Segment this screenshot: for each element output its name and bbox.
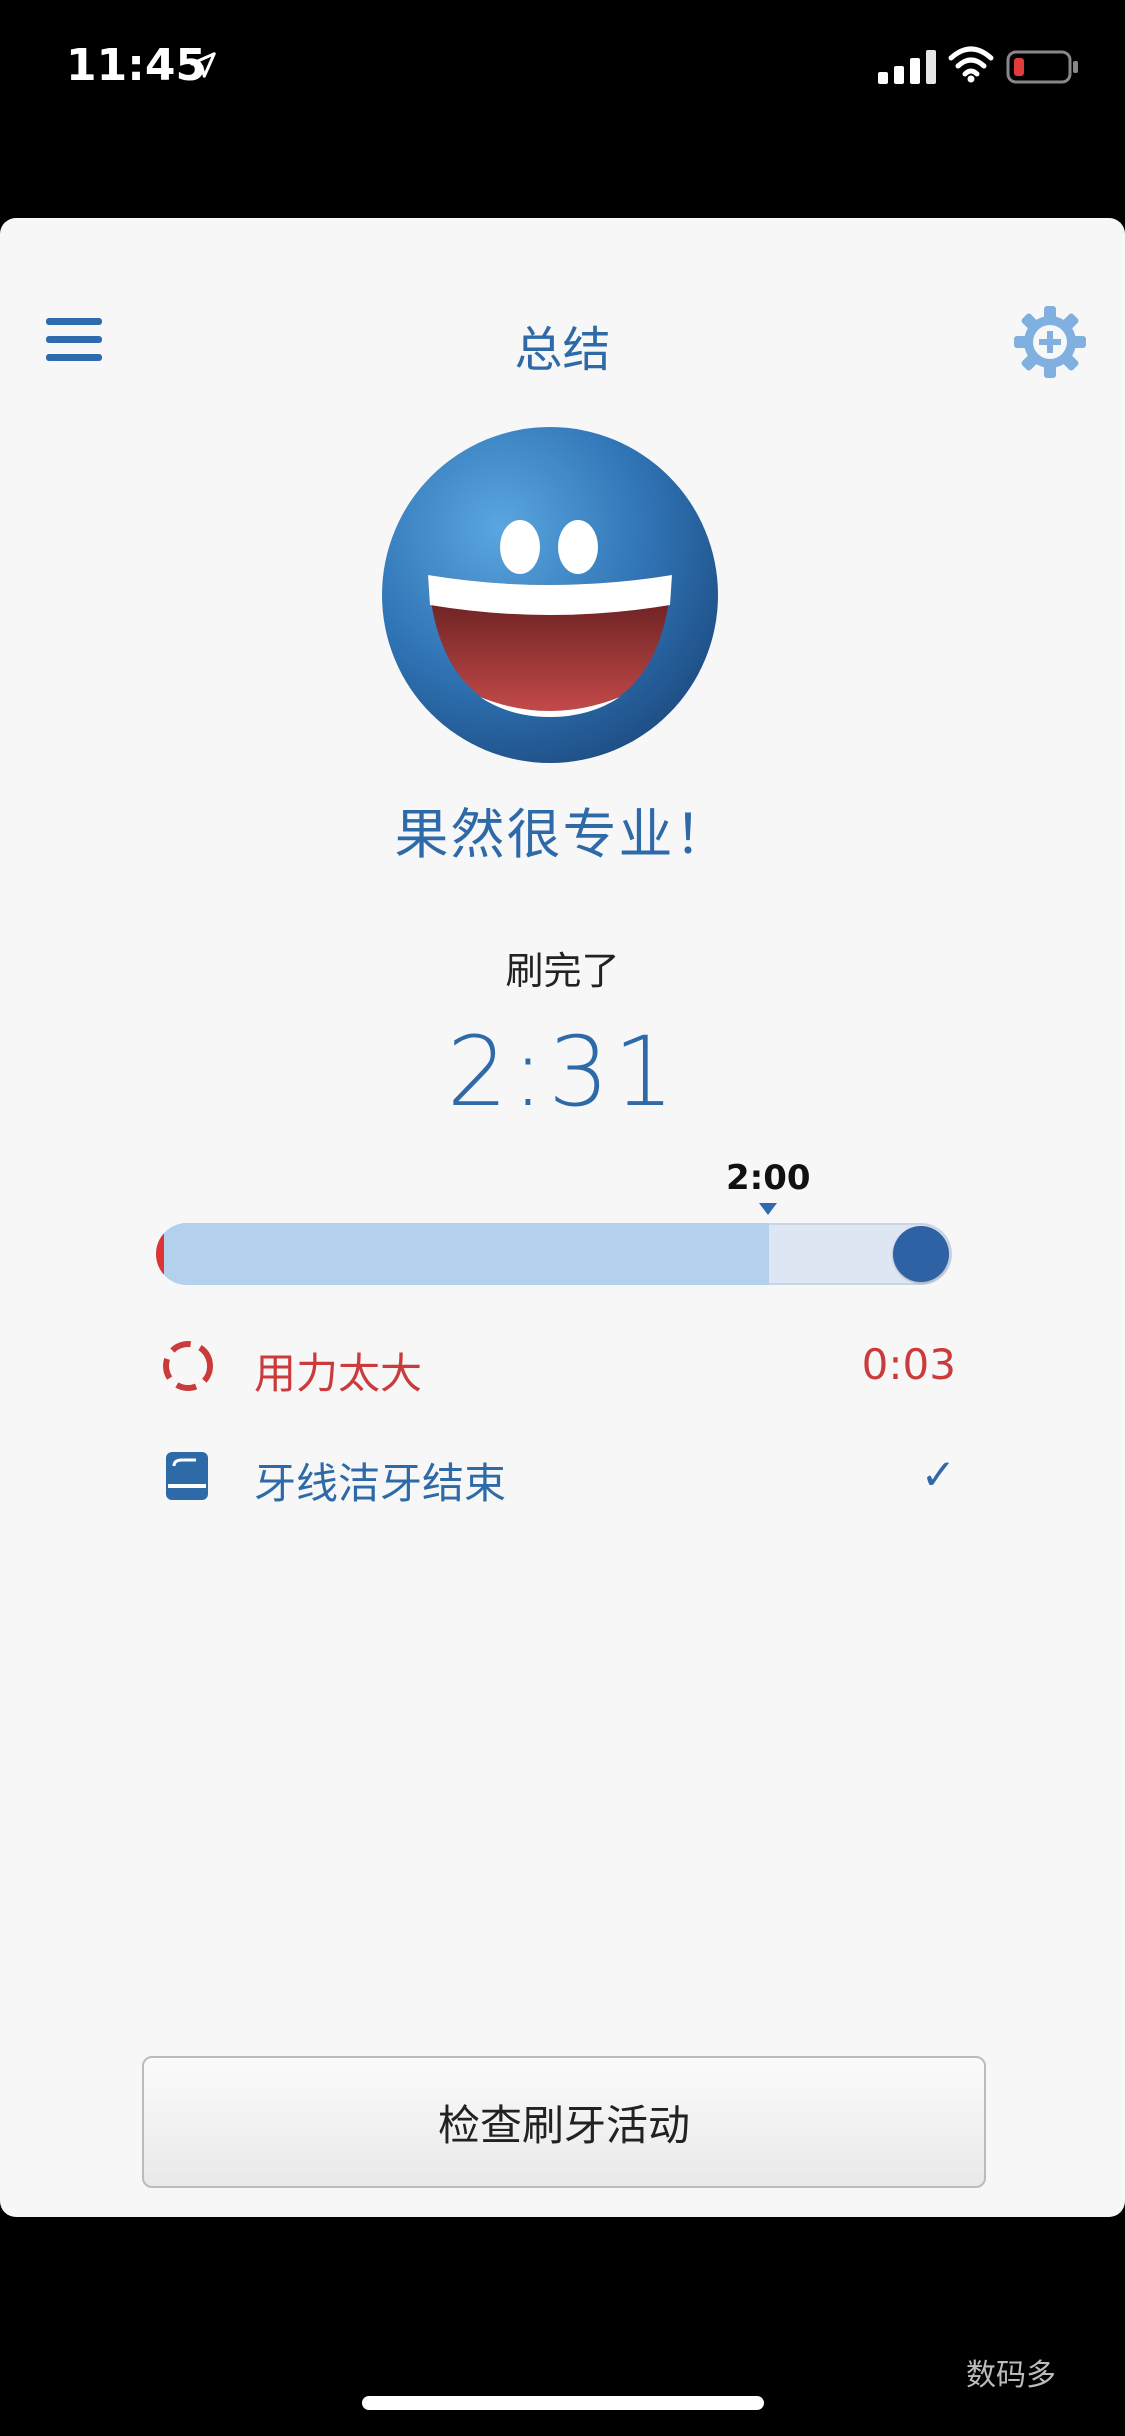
progress-start-marker bbox=[156, 1223, 164, 1285]
status-time: 11:45 bbox=[66, 40, 207, 91]
signal-icon bbox=[878, 48, 936, 84]
floss-row: 牙线洁牙结束 ✓ bbox=[160, 1444, 960, 1508]
home-indicator[interactable] bbox=[362, 2396, 764, 2410]
target-marker bbox=[759, 1203, 777, 1215]
battery-icon bbox=[1006, 50, 1078, 84]
watermark-logo: 数码多 bbox=[966, 2358, 1056, 2393]
brushing-progress-bar bbox=[156, 1223, 952, 1285]
status-bar: 11:45 bbox=[0, 0, 1125, 140]
wifi-icon bbox=[948, 46, 994, 83]
brushing-done-label: 刷完了 bbox=[505, 949, 620, 993]
floss-icon bbox=[166, 1452, 208, 1500]
progress-fill bbox=[156, 1223, 769, 1285]
review-activity-button[interactable]: 检查刷牙活动 bbox=[142, 2056, 986, 2188]
progress-knob bbox=[893, 1226, 949, 1282]
page-title: 总结 bbox=[514, 322, 611, 378]
target-time-label: 2:00 bbox=[726, 1158, 811, 1198]
pressure-ring-icon bbox=[163, 1341, 213, 1391]
pressure-row: 用力太大 0:03 bbox=[160, 1334, 960, 1398]
pressure-value: 0:03 bbox=[861, 1340, 956, 1389]
checkmark-icon: ✓ bbox=[920, 1450, 956, 1499]
brushing-duration: 2:31 bbox=[446, 1016, 679, 1128]
settings-gear-icon[interactable] bbox=[1012, 304, 1088, 380]
summary-card: 总结 果然很专业！ 刷完了 2:31 2:00 用力太大 0:03 牙线洁牙结束… bbox=[0, 218, 1125, 2217]
result-tagline: 果然很专业！ bbox=[394, 803, 731, 866]
floss-label: 牙线洁牙结束 bbox=[254, 1459, 507, 1508]
pressure-label: 用力太大 bbox=[254, 1349, 423, 1398]
smiley-face-icon bbox=[382, 427, 718, 763]
location-arrow-icon bbox=[190, 52, 216, 78]
